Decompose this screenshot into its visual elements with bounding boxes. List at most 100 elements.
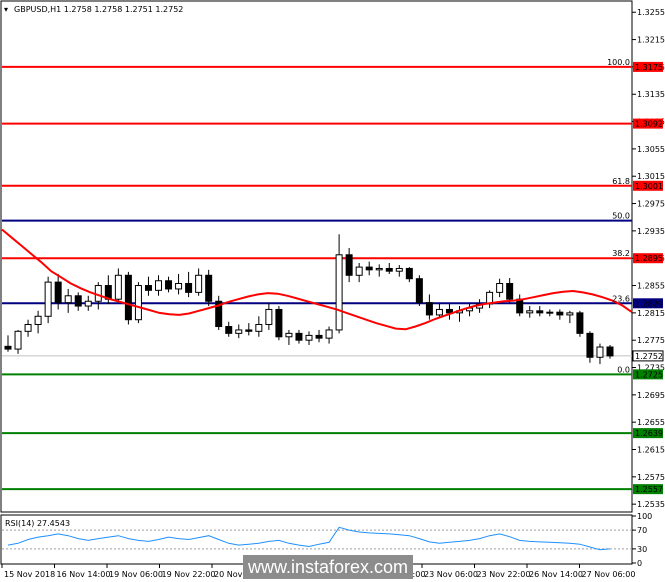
candle-body: [205, 274, 213, 302]
fib-label: 23.6: [612, 294, 630, 303]
x-tick-label: 15 Nov 2018: [4, 570, 55, 579]
y-tick-label: 1.2655: [637, 418, 665, 427]
candle-body: [245, 329, 253, 332]
candle-body: [345, 254, 353, 276]
rsi-line: [7, 526, 611, 551]
y-tick-label: 1.2935: [637, 227, 665, 236]
candle-body: [305, 334, 313, 341]
candle-body: [225, 326, 233, 334]
x-tick-label: 16 Nov 14:00: [57, 570, 111, 579]
candle-body: [566, 312, 574, 316]
fib-label: 100.0: [607, 58, 630, 67]
candle-body: [44, 281, 52, 317]
candle-body: [435, 308, 443, 316]
candle-body: [74, 295, 82, 307]
candle-body: [265, 308, 273, 325]
y-tick-label: 1.2535: [637, 500, 665, 509]
candle-body: [144, 285, 152, 291]
candle-body: [34, 315, 42, 325]
price-label-text: 1.2639: [635, 429, 663, 438]
price-label-text: 1.2557: [635, 485, 663, 494]
candle-body: [405, 267, 413, 280]
y-tick-label: 1.3215: [637, 36, 665, 45]
candle-body: [124, 274, 132, 321]
x-tick-label: 19 Nov 06:00: [109, 570, 163, 579]
current-price-text: 1.2752: [635, 352, 663, 361]
candle-body: [335, 254, 343, 331]
candle-body: [395, 267, 403, 272]
rsi-tick-label: 30: [637, 545, 647, 554]
price-label-text: 1.2829: [635, 299, 663, 308]
rsi-tick-label: 100: [637, 512, 652, 521]
candle-body: [385, 267, 393, 272]
candle-body: [165, 280, 173, 290]
candle-body: [114, 274, 122, 300]
x-tick-label: 19 Nov 22:00: [162, 570, 216, 579]
candle-body: [506, 282, 514, 300]
fib-label: 38.2: [612, 249, 630, 258]
candle-body: [365, 266, 373, 271]
candle-body: [84, 300, 92, 307]
rsi-axis: 100 70 30 0: [632, 512, 652, 568]
fib-label: 61.8: [612, 177, 630, 186]
candle-body: [415, 278, 423, 304]
candle-body: [556, 311, 564, 316]
y-tick-label: 1.2575: [637, 473, 665, 482]
candle-body: [275, 308, 283, 338]
rsi-tick-label: 0: [637, 559, 642, 568]
header-triangle-icon: ▾: [4, 5, 8, 14]
candle-body: [425, 302, 433, 316]
fib-label: 0.0: [617, 365, 630, 374]
candle-body: [576, 312, 584, 334]
main-plot-frame: [0, 0, 633, 513]
candle-body: [185, 282, 193, 293]
candle-body: [546, 311, 554, 314]
price-label-text: 1.3001: [635, 182, 663, 191]
y-tick-label: 1.3135: [637, 90, 665, 99]
fib-label: 50.0: [612, 212, 630, 221]
y-tick-label: 1.2695: [637, 391, 665, 400]
rsi-levels: [2, 529, 632, 550]
horizontal-levels: [2, 65, 632, 491]
y-tick-label: 1.3255: [637, 8, 665, 17]
y-tick-label: 1.3015: [637, 172, 665, 181]
watermark-text: www.instaforex.com: [247, 557, 408, 577]
price-label-text: 1.2895: [635, 254, 663, 263]
y-tick-label: 1.2615: [637, 446, 665, 455]
x-tick-label: 26 Nov 14:00: [529, 570, 583, 579]
candle-body: [14, 330, 22, 350]
rsi-tick-label: 70: [637, 526, 647, 535]
price-label-text: 1.3092: [635, 120, 663, 129]
candle-body: [235, 329, 243, 334]
y-tick-label: 1.2815: [637, 309, 665, 318]
candle-body: [315, 334, 323, 339]
rsi-label: RSI(14) 27.4543: [5, 519, 70, 528]
moving-average-line: [1, 228, 633, 331]
gbpusd-chart: ▾ GBPUSD,H1 1.2758 1.2758 1.2751 1.2752 …: [0, 0, 665, 579]
price-label-text: 1.2725: [635, 370, 663, 379]
candle-body: [355, 266, 363, 276]
price-label-text: 1.3175: [635, 63, 663, 72]
candle-body: [536, 310, 544, 314]
candle-body: [596, 346, 604, 358]
candle-body: [325, 329, 333, 339]
candle-body: [54, 281, 62, 304]
candle-body: [375, 267, 383, 271]
candle-body: [285, 332, 293, 338]
candle-body: [24, 323, 32, 332]
candle-body: [155, 280, 162, 291]
candle-body: [526, 310, 534, 314]
y-tick-label: 1.2975: [637, 200, 665, 209]
candle-body: [175, 282, 183, 290]
x-tick-label: 23 Nov 22:00: [477, 570, 531, 579]
candle-body: [64, 295, 72, 304]
y-tick-label: 1.2775: [637, 336, 665, 345]
y-tick-label: 1.3055: [637, 145, 665, 154]
candle-body: [496, 282, 504, 293]
candle-body: [606, 346, 614, 357]
candle-body: [516, 298, 524, 314]
candle-body: [4, 345, 12, 350]
y-tick-label: 1.2855: [637, 282, 665, 291]
candle-body: [195, 274, 203, 293]
candle-body: [255, 323, 263, 332]
